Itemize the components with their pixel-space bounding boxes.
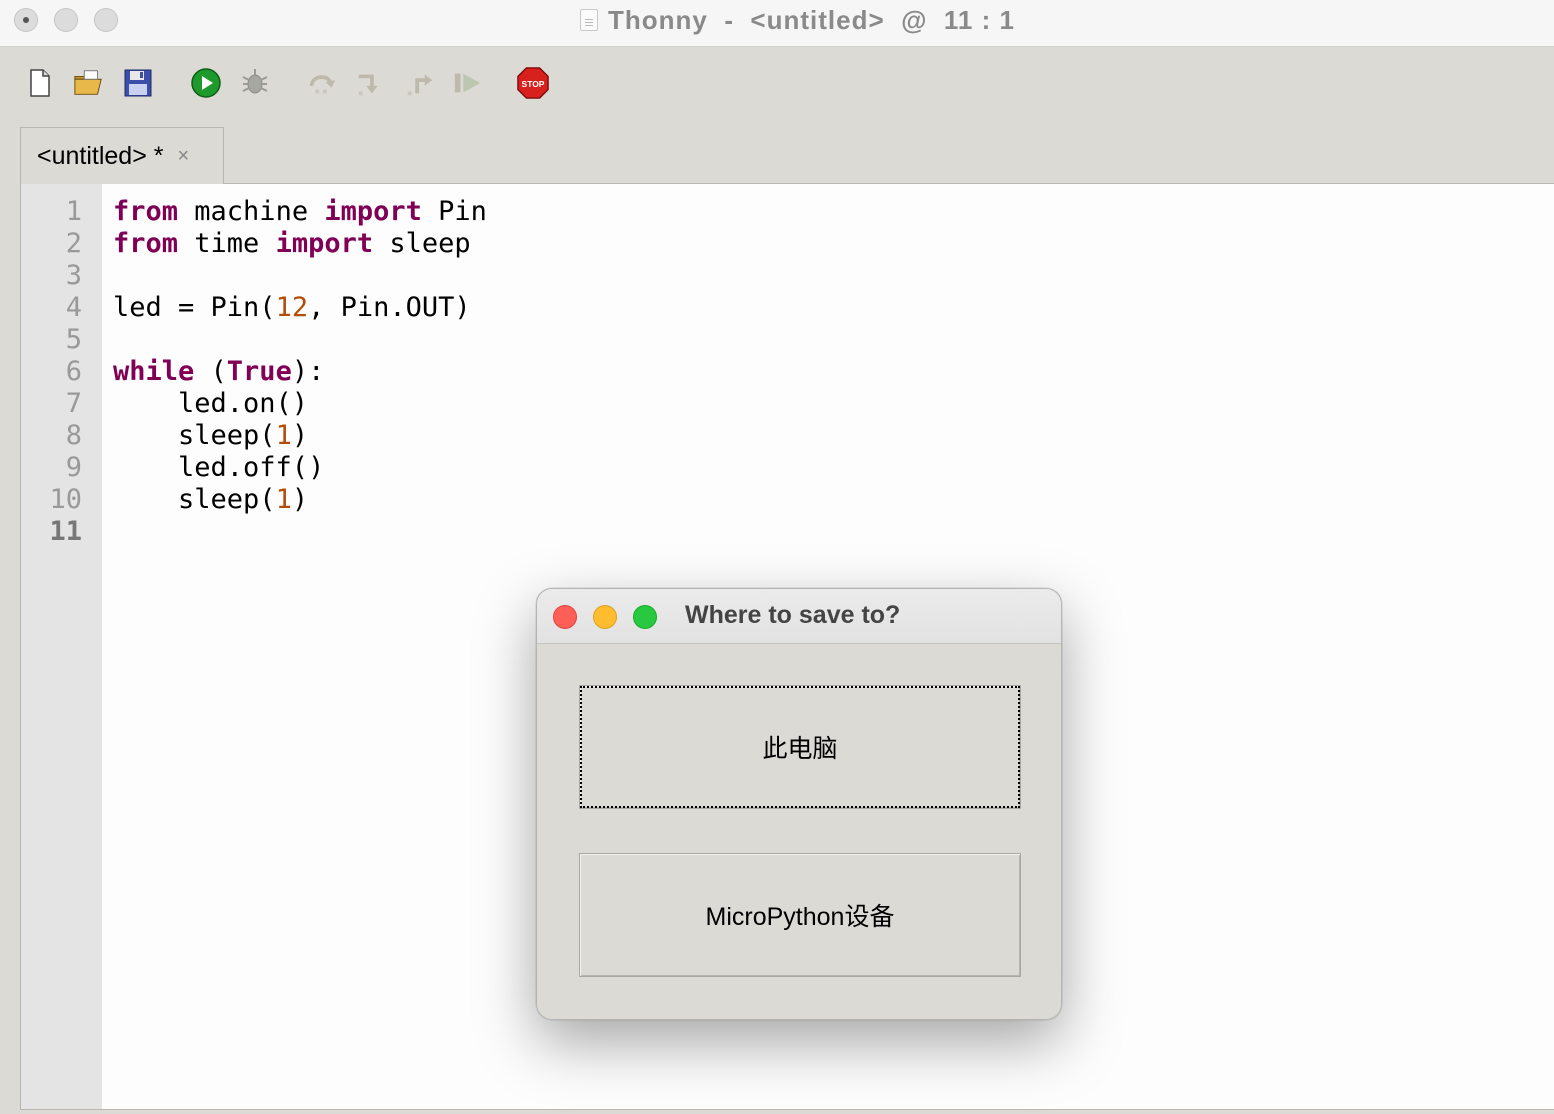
code-text: ( bbox=[194, 356, 227, 387]
line-number: 2 bbox=[65, 228, 82, 259]
code-keyword: from bbox=[113, 196, 179, 227]
line-number: 4 bbox=[65, 292, 82, 323]
run-icon[interactable] bbox=[190, 67, 222, 99]
code-text: ) bbox=[291, 484, 309, 515]
line-number: 7 bbox=[65, 388, 82, 419]
code-text: sleep( bbox=[113, 420, 276, 451]
code-area[interactable]: from machine import Pin from time import … bbox=[113, 196, 487, 548]
step-into-icon[interactable] bbox=[355, 67, 387, 99]
stop-icon[interactable]: STOP bbox=[517, 67, 549, 99]
tab-close-icon[interactable]: × bbox=[178, 145, 190, 168]
line-number: 11 bbox=[49, 516, 82, 547]
window-title-area: Thonny - <untitled> @ 11 : 1 bbox=[580, 4, 1015, 36]
open-file-icon[interactable] bbox=[73, 67, 105, 99]
tab-untitled[interactable]: <untitled> * × bbox=[20, 127, 224, 185]
this-computer-button[interactable]: 此电脑 bbox=[579, 685, 1021, 809]
step-out-icon[interactable] bbox=[404, 67, 436, 99]
code-keyword: import bbox=[275, 228, 374, 259]
dialog-zoom-button[interactable] bbox=[633, 605, 657, 629]
line-number: 9 bbox=[65, 452, 82, 483]
svg-text:STOP: STOP bbox=[522, 79, 545, 89]
save-location-dialog: Where to save to? 此电脑 MicroPython设备 bbox=[536, 588, 1062, 1020]
code-number: 1 bbox=[275, 420, 292, 451]
dialog-title: Where to save to? bbox=[685, 601, 901, 629]
line-number: 5 bbox=[65, 324, 82, 355]
resume-icon[interactable] bbox=[452, 67, 484, 99]
code-keyword: True bbox=[226, 356, 292, 387]
code-line: sleep(1) bbox=[113, 484, 487, 516]
code-text: Pin bbox=[421, 196, 487, 227]
line-number: 10 bbox=[49, 484, 82, 515]
code-line: sleep(1) bbox=[113, 420, 487, 452]
code-keyword: from bbox=[113, 228, 179, 259]
window-minimize-button[interactable] bbox=[54, 8, 78, 32]
dialog-minimize-button[interactable] bbox=[593, 605, 617, 629]
debug-icon[interactable] bbox=[239, 67, 271, 99]
code-line: led.off() bbox=[113, 452, 487, 484]
code-text: sleep( bbox=[113, 484, 276, 515]
code-keyword: import bbox=[324, 196, 422, 227]
tab-label: <untitled> * bbox=[37, 142, 164, 170]
code-text: machine bbox=[178, 196, 325, 227]
code-text: , Pin.OUT) bbox=[308, 292, 471, 323]
code-text: time bbox=[178, 228, 276, 259]
line-number: 6 bbox=[65, 356, 82, 387]
code-text: led = Pin( bbox=[113, 292, 276, 323]
code-number: 1 bbox=[275, 484, 292, 515]
line-number: 1 bbox=[65, 196, 82, 227]
save-file-icon[interactable] bbox=[122, 67, 154, 99]
line-number: 3 bbox=[65, 260, 82, 291]
code-line: led = Pin(12, Pin.OUT) bbox=[113, 292, 487, 324]
code-line: while (True): bbox=[113, 356, 487, 388]
code-line: from machine import Pin bbox=[113, 196, 487, 228]
dialog-titlebar: Where to save to? bbox=[537, 589, 1061, 644]
window-title: Thonny - <untitled> @ 11 : 1 bbox=[608, 4, 1015, 35]
new-file-icon[interactable] bbox=[24, 67, 56, 99]
micropython-device-button[interactable]: MicroPython设备 bbox=[579, 853, 1021, 977]
window-titlebar: Thonny - <untitled> @ 11 : 1 bbox=[0, 0, 1554, 47]
code-text: ) bbox=[291, 420, 309, 451]
code-keyword: while bbox=[113, 356, 195, 387]
code-text: ): bbox=[291, 356, 325, 387]
code-number: 12 bbox=[275, 292, 309, 323]
code-line: from time import sleep bbox=[113, 228, 487, 260]
code-text: sleep bbox=[373, 228, 471, 259]
code-text: led.on() bbox=[113, 388, 309, 419]
code-text: led.off() bbox=[113, 452, 325, 483]
window-zoom-button[interactable] bbox=[94, 8, 118, 32]
window-close-button[interactable] bbox=[14, 8, 38, 32]
code-line: led.on() bbox=[113, 388, 487, 420]
document-icon bbox=[580, 9, 598, 31]
step-over-icon[interactable] bbox=[306, 67, 338, 99]
toolbar: STOP bbox=[0, 47, 1554, 125]
line-number-gutter: 1 2 3 4 5 6 7 8 9 10 11 bbox=[21, 184, 102, 1109]
dialog-close-button[interactable] bbox=[553, 605, 577, 629]
line-number: 8 bbox=[65, 420, 82, 451]
